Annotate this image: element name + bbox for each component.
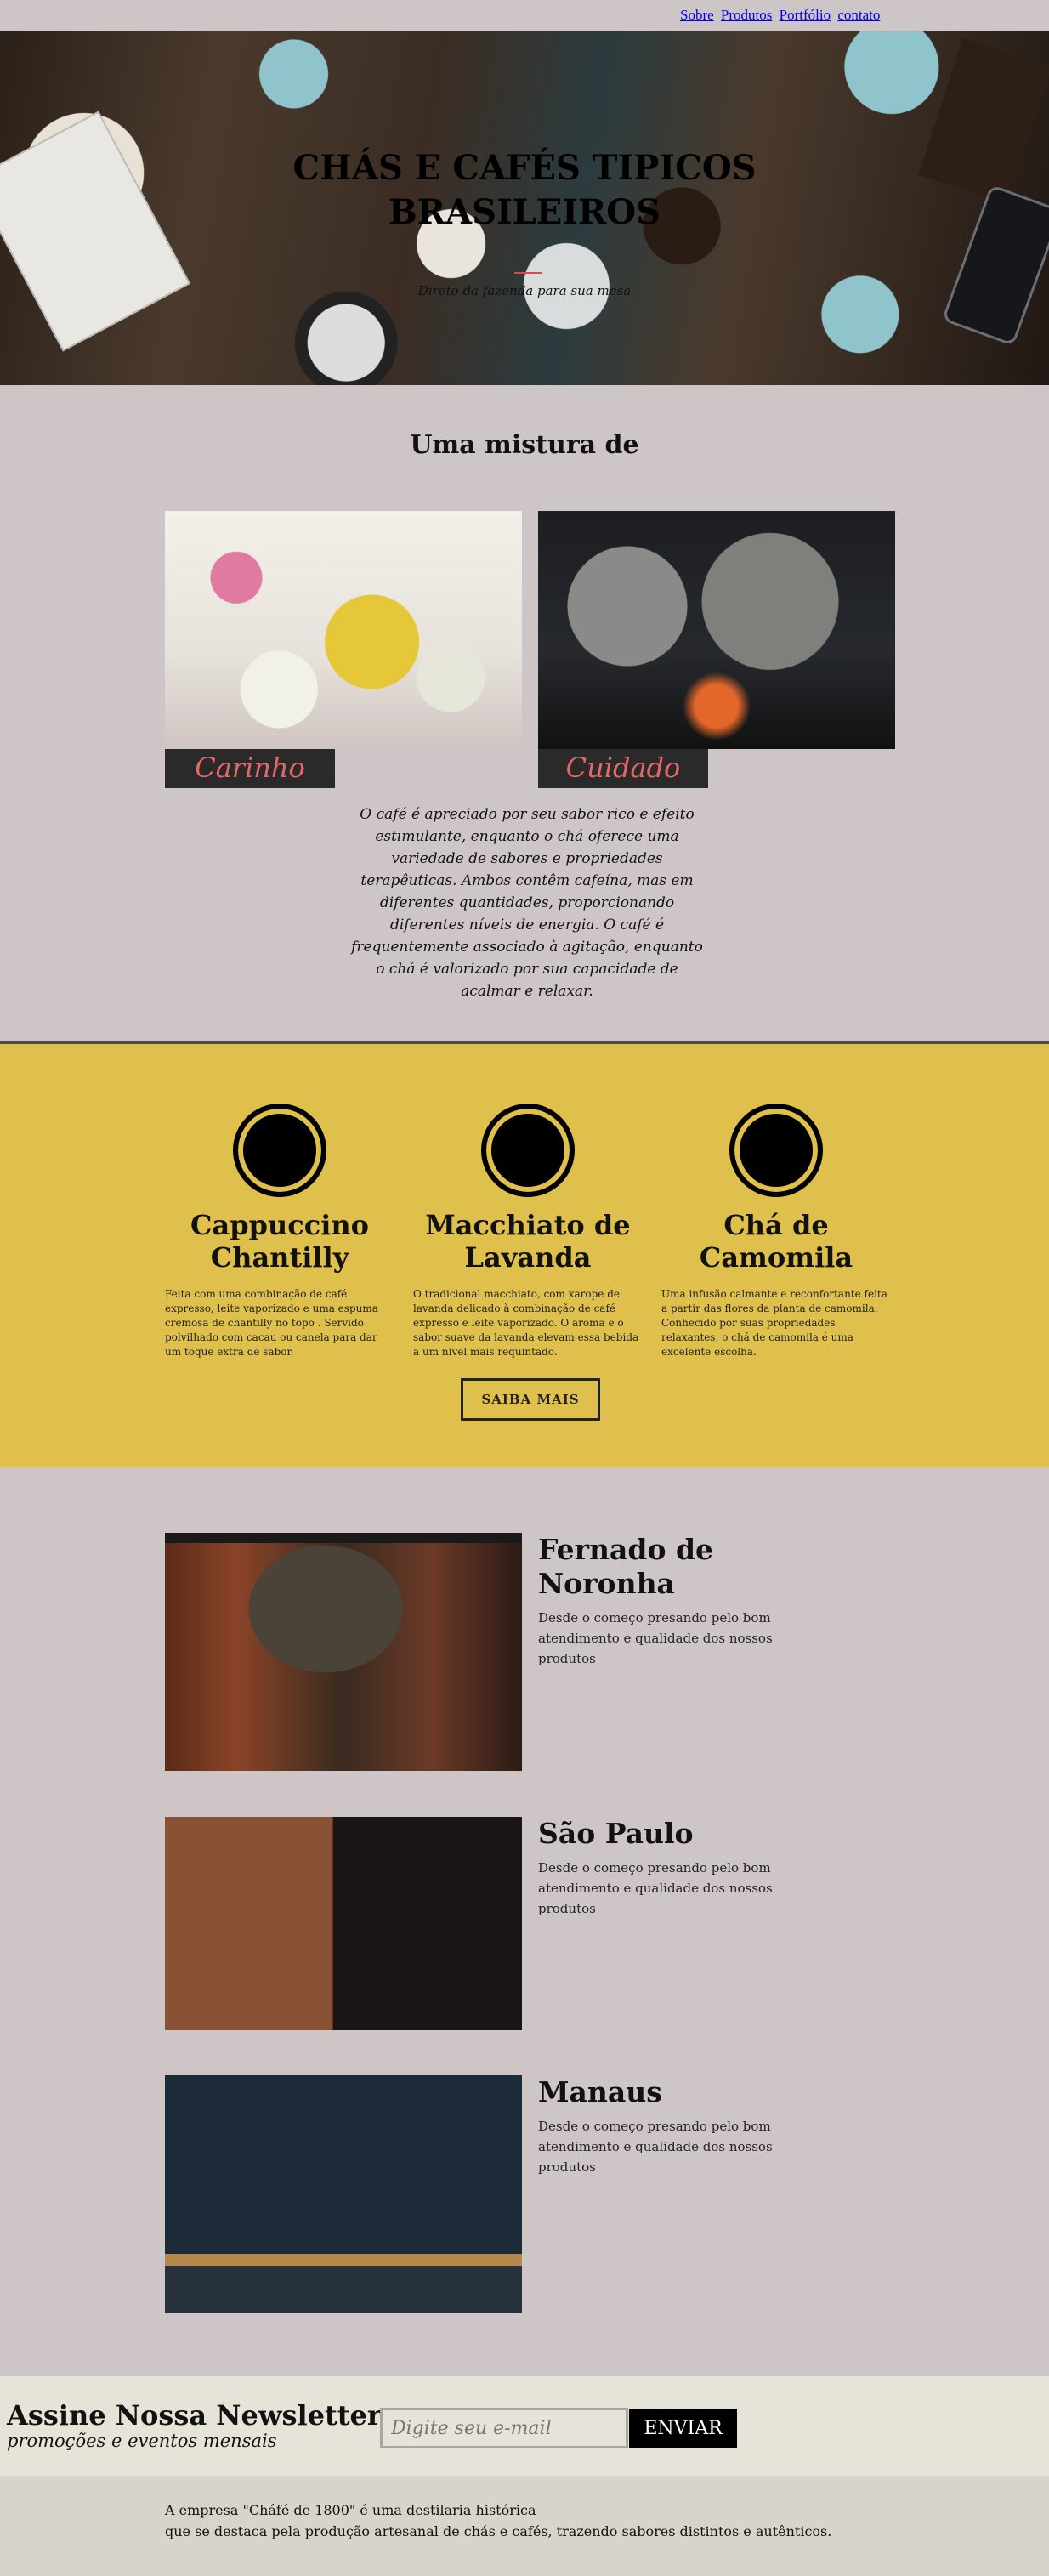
nav-link-contato[interactable]: contato [837,7,880,23]
footer: A empresa "Cháfé de 1800" é uma destilar… [0,2476,1049,2576]
hero-title-line-2: BRASILEIROS [388,192,661,232]
newsletter-section: Assine Nossa Newsletter promoções e even… [0,2376,1049,2476]
footer-text: A empresa "Cháfé de 1800" é uma destilar… [165,2499,831,2542]
card-image-cuidado [538,511,895,749]
location-info: Fernado de Noronha Desde o começo presan… [538,1533,793,1669]
feature-title: Macchiato de Lavanda [425,1209,631,1274]
email-input[interactable] [380,2408,628,2448]
feature-circle-icon [233,1104,326,1197]
hero-title-line-1: CHÁS E CAFÉS TIPICOS [292,148,757,188]
location-photo [165,1817,522,2030]
feature-text: Uma infusão calmante e reconfortante fei… [661,1288,887,1358]
saiba-mais-button[interactable]: SAIBA MAIS [461,1378,600,1421]
footer-line-2: que se destaca pela produção artesanal d… [165,2523,832,2539]
mix-section: Uma mistura de Carinho Cuidado O café é … [0,385,1049,1041]
enviar-button[interactable]: ENVIAR [629,2409,737,2448]
location-photo [165,1533,522,1771]
feature-title: Chá de Camomila [699,1209,853,1274]
location-city: São Paulo [538,1817,694,1850]
location-city: Fernado de Noronha [538,1533,714,1600]
card-label-carinho: Carinho [165,749,335,788]
location-photo [165,2075,522,2313]
footer-line-1: A empresa "Cháfé de 1800" é uma destilar… [165,2502,536,2518]
location-info: Manaus Desde o começo presando pelo bom … [538,2075,793,2177]
location-text: Desde o começo presando pelo bom atendim… [538,1860,773,1916]
location-text: Desde o começo presando pelo bom atendim… [538,1610,773,1666]
nav-link-produtos[interactable]: Produtos [721,7,772,23]
hero-subtitle: Direto da fazenda para sua mesa [417,283,632,298]
feature-text: Feita com uma combinação de café express… [165,1288,378,1358]
nav-link-portfolio[interactable]: Portfólio [780,7,831,23]
location-info: São Paulo Desde o começo presando pelo b… [538,1817,793,1919]
card-label-cuidado: Cuidado [538,749,708,788]
feature-cappuccino: Cappuccino Chantilly Feita com uma combi… [165,1104,394,1359]
feature-circle-icon [481,1104,575,1197]
locations-section: Fernado de Noronha Desde o começo presan… [0,1467,1049,2376]
location-city: Manaus [538,2075,662,2108]
hero-banner: CHÁS E CAFÉS TIPICOS BRASILEIROS Direto … [0,31,1049,385]
features-section: Cappuccino Chantilly Feita com uma combi… [0,1044,1049,1467]
feature-circle-icon [729,1104,823,1197]
hero-accent-rule [514,272,542,274]
nav-link-sobre[interactable]: Sobre [680,7,714,23]
feature-title: Cappuccino Chantilly [190,1209,369,1274]
mix-title: Uma mistura de [410,430,639,460]
card-image-carinho [165,511,522,749]
feature-camomila: Chá de Camomila Uma infusão calmante e r… [661,1104,891,1359]
top-nav: Sobre Produtos Portfólio contato [0,0,1049,31]
mix-description: O café é apreciado por seu sabor rico e … [351,806,703,1000]
newsletter-title: Assine Nossa Newsletter [7,2399,382,2431]
feature-macchiato: Macchiato de Lavanda O tradicional macch… [413,1104,643,1359]
nav-links: Sobre Produtos Portfólio contato [680,7,883,24]
hero-title: CHÁS E CAFÉS TIPICOS BRASILEIROS [0,146,1049,235]
feature-text: O tradicional macchiato, com xarope de l… [413,1288,639,1358]
newsletter-subtitle: promoções e eventos mensais [7,2431,277,2451]
location-text: Desde o começo presando pelo bom atendim… [538,2119,773,2175]
